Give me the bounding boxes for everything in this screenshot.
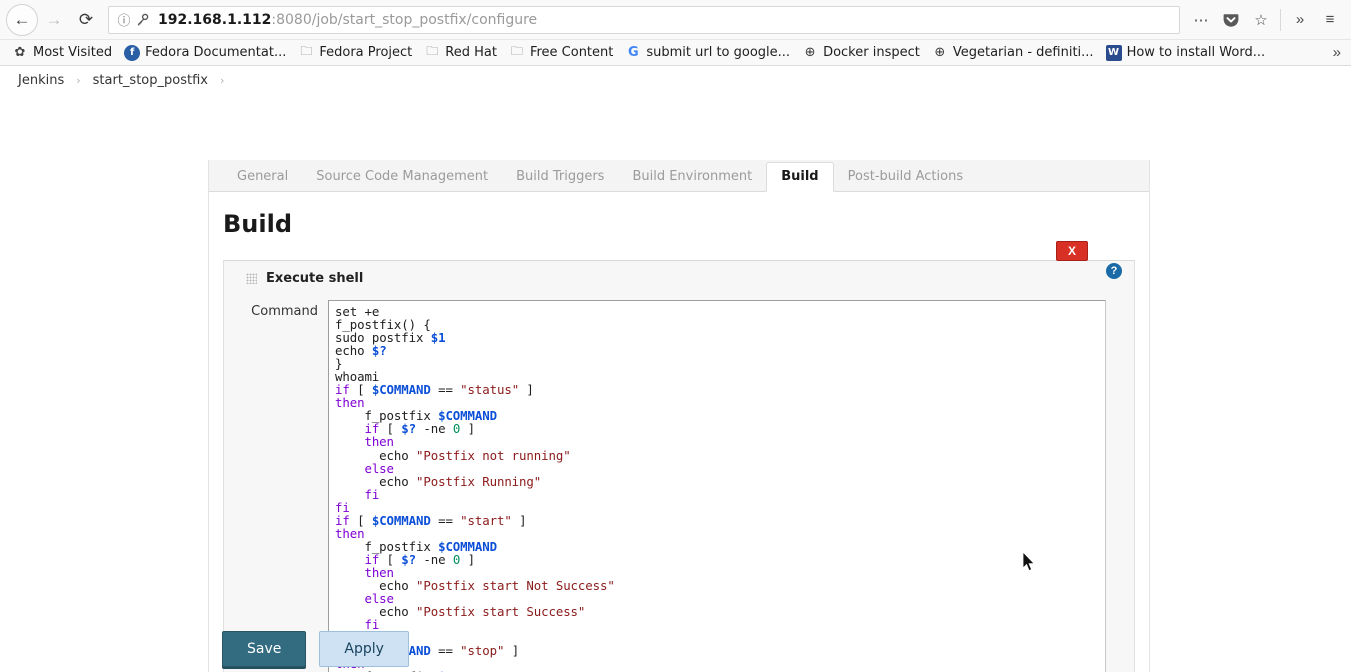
command-row: Command set +e f_postfix() { sudo postfi…	[224, 294, 1134, 672]
browser-navigation-toolbar: ← → ⟳ ⓘ 192.168.1.112:8080/job/start_sto…	[0, 0, 1351, 40]
fedora-icon: f	[124, 44, 141, 61]
tab-source-code-management[interactable]: Source Code Management	[302, 163, 502, 191]
command-textarea[interactable]: set +e f_postfix() { sudo postfix $1 ech…	[328, 300, 1106, 672]
wordpress-icon: W	[1105, 44, 1122, 61]
browser-chrome: ← → ⟳ ⓘ 192.168.1.112:8080/job/start_sto…	[0, 0, 1351, 66]
globe-icon: ⊕	[804, 45, 816, 60]
toolbar-overflow-button[interactable]: »	[1285, 5, 1315, 35]
key-icon[interactable]	[133, 11, 151, 29]
bookmark-item[interactable]: W How to install Word...	[1100, 42, 1272, 64]
google-icon: G	[628, 45, 639, 60]
bookmark-label: submit url to google...	[646, 45, 791, 60]
bookmark-label: Fedora Project	[319, 45, 413, 60]
builder-header: Execute shell X ?	[224, 241, 1134, 294]
config-tab-bar: General Source Code Management Build Trigg…	[209, 160, 1149, 192]
bookmarks-overflow-button[interactable]: »	[1333, 44, 1345, 61]
tab-build[interactable]: Build	[766, 162, 834, 192]
delete-builder-button[interactable]: X	[1056, 241, 1088, 261]
info-circle-icon[interactable]: ⓘ	[115, 11, 133, 29]
url-bar[interactable]: ⓘ 192.168.1.112:8080/job/start_stop_post…	[108, 5, 1180, 34]
bookmark-item[interactable]: f Fedora Documentat...	[118, 42, 292, 64]
breadcrumb-separator-icon: ›	[76, 73, 81, 87]
breadcrumb-item-jenkins[interactable]: Jenkins	[18, 73, 64, 88]
builder-execute-shell: Execute shell X ? Command set +e f_postf…	[223, 241, 1135, 672]
bookmarks-bar: ✿ Most Visited f Fedora Documentat... 🗀 Fedor…	[0, 40, 1351, 66]
page-viewport: Jenkins › start_stop_postfix › General So…	[0, 66, 1351, 672]
breadcrumb: Jenkins › start_stop_postfix ›	[0, 66, 1351, 94]
bookmark-item[interactable]: 🗀 Fedora Project	[292, 42, 418, 64]
bookmark-label: Most Visited	[33, 45, 113, 60]
url-host: 192.168.1.112	[158, 11, 272, 28]
reload-button[interactable]: ⟳	[70, 4, 102, 36]
hamburger-menu-icon[interactable]: ≡	[1315, 5, 1345, 35]
page-title: Build	[223, 210, 293, 238]
bookmark-label: Red Hat	[445, 45, 497, 60]
tab-build-environment[interactable]: Build Environment	[618, 163, 766, 191]
help-icon[interactable]: ?	[1106, 263, 1122, 279]
builder-title: Execute shell	[266, 271, 364, 286]
command-code-content[interactable]: set +e f_postfix() { sudo postfix $1 ech…	[329, 301, 1105, 672]
forward-button[interactable]: →	[38, 4, 70, 36]
tab-post-build-actions[interactable]: Post-build Actions	[834, 163, 977, 191]
bookmark-item[interactable]: 🗀 Free Content	[503, 42, 619, 64]
toolbar-divider	[1280, 8, 1281, 31]
url-text: 192.168.1.112:8080/job/start_stop_postfi…	[158, 12, 537, 28]
bookmark-label: Free Content	[529, 45, 614, 60]
bookmark-label: Fedora Documentat...	[145, 45, 287, 60]
gear-icon: ✿	[14, 45, 26, 60]
back-button[interactable]: ←	[6, 3, 38, 36]
tab-general[interactable]: General	[223, 163, 302, 191]
config-form-body: Build Execute shell X ? Command set +e f…	[209, 192, 1149, 672]
bookmark-label: Docker inspect	[823, 45, 920, 60]
folder-icon: 🗀	[510, 44, 523, 58]
folder-icon: 🗀	[426, 44, 439, 58]
bookmark-star-icon[interactable]: ☆	[1246, 5, 1276, 35]
job-configure-panel: General Source Code Management Build Trigg…	[208, 160, 1150, 672]
apply-button[interactable]: Apply	[319, 631, 409, 667]
bookmark-label: Vegetarian - definiti...	[952, 45, 1094, 60]
globe-icon: ⊕	[934, 45, 946, 60]
drag-handle-icon[interactable]	[246, 273, 257, 284]
pocket-icon[interactable]	[1216, 5, 1246, 35]
url-path: :8080/job/start_stop_postfix/configure	[271, 11, 538, 28]
bookmark-item[interactable]: 🗀 Red Hat	[418, 42, 503, 64]
bookmark-item[interactable]: ✿ Most Visited	[6, 42, 118, 64]
folder-icon: 🗀	[300, 44, 313, 58]
bookmark-item[interactable]: ⊕ Docker inspect	[796, 42, 926, 64]
page-actions-button[interactable]: ⋯	[1186, 5, 1216, 35]
save-button[interactable]: Save	[222, 631, 307, 667]
command-label: Command	[251, 304, 318, 319]
bookmark-label: How to install Word...	[1126, 45, 1266, 60]
breadcrumb-item-job[interactable]: start_stop_postfix	[93, 73, 208, 88]
breadcrumb-separator-icon-2: ›	[219, 73, 225, 87]
tab-build-triggers[interactable]: Build Triggers	[502, 163, 618, 191]
bookmark-item[interactable]: Gsubmit url to google...	[619, 42, 796, 64]
bookmark-item[interactable]: ⊕ Vegetarian - definiti...	[926, 42, 1100, 64]
